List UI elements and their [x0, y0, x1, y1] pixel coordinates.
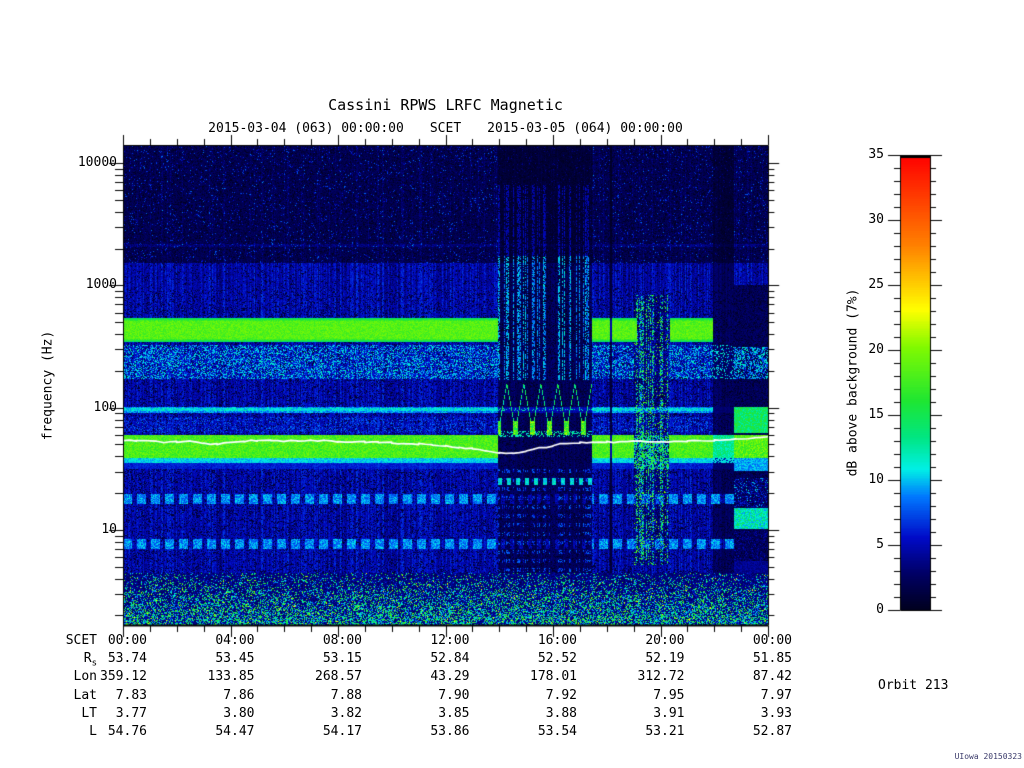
ephemeris-cell: 3.82 [330, 705, 362, 721]
ephemeris-cell: 268.57 [315, 669, 362, 685]
colorbar-tick-label: 0 [876, 602, 884, 617]
scet-start-label: 2015-03-04 (063) 00:00:00 [208, 121, 404, 136]
y-tick-label: 10 [101, 521, 117, 537]
y-tick-label: 1000 [85, 277, 117, 293]
ephemeris-cell: 53.21 [645, 724, 685, 739]
ephemeris-cell: 54.47 [215, 724, 255, 739]
ephemeris-cell: 53.86 [430, 724, 470, 739]
ephemeris-cell: 53.15 [322, 651, 362, 667]
ephemeris-cell: 53.74 [107, 651, 147, 667]
plot-subtitle: 2015-03-04 (063) 00:00:00 SCET 2015-03-0… [123, 121, 768, 136]
ephemeris-cell: 7.86 [223, 687, 255, 703]
colorbar-label: dB above background (7%) [845, 288, 861, 477]
colorbar-tick-label: 20 [868, 342, 884, 357]
ephemeris-cell: 3.88 [545, 705, 577, 721]
ephemeris-cell: 7.90 [438, 687, 470, 703]
ephemeris-cell: 87.42 [752, 669, 792, 685]
ephemeris-cell: 53.54 [537, 724, 577, 739]
ephemeris-cell: 53.45 [215, 651, 255, 667]
ephemeris-cell: 52.52 [537, 651, 577, 667]
ephemeris-cell: 43.29 [430, 669, 470, 685]
ephemeris-cell: 3.93 [760, 705, 792, 721]
colorbar-tick-label: 35 [868, 147, 884, 162]
ephemeris-cell: 08:00 [322, 633, 362, 648]
orbit-label: Orbit 213 [878, 678, 949, 693]
ephemeris-cell: 3.80 [223, 705, 255, 721]
ephemeris-cell: 20:00 [645, 633, 685, 648]
processing-stamp: UIowa 20150323 [954, 752, 1022, 761]
ephemeris-cell: 12:00 [430, 633, 470, 648]
ephemeris-cell: 52.84 [430, 651, 470, 667]
y-tick-label: 10000 [77, 155, 117, 171]
colorbar-tick-label: 25 [868, 277, 884, 292]
ephemeris-cell: 51.85 [752, 651, 792, 667]
ephemeris-cell: 3.77 [115, 705, 147, 721]
ephemeris-cell: 00:00 [107, 633, 147, 648]
ephemeris-cell: 3.85 [438, 705, 470, 721]
ephemeris-cell: 3.91 [653, 705, 685, 721]
ephemeris-cell: 7.83 [115, 687, 147, 703]
colorbar-tick-label: 10 [868, 472, 884, 487]
ephemeris-cell: 54.76 [107, 724, 147, 739]
ephemeris-cell: 16:00 [537, 633, 577, 648]
colorbar-tick-label: 5 [876, 537, 884, 552]
ephemeris-cell: 133.85 [207, 669, 255, 685]
plot-title: Cassini RPWS LRFC Magnetic [328, 96, 563, 114]
ephemeris-cell: 7.88 [330, 687, 362, 703]
ephemeris-cell: 7.95 [653, 687, 685, 703]
scet-end-label: 2015-03-05 (064) 00:00:00 [487, 121, 683, 136]
plot-page: Cassini RPWS LRFC Magnetic 2015-03-04 (0… [0, 0, 1024, 768]
scet-axis-label: SCET [429, 121, 462, 136]
ephemeris-cell: 312.72 [637, 669, 685, 685]
ephemeris-cell: 00:00 [752, 633, 792, 648]
ephemeris-cell: 178.01 [530, 669, 577, 685]
ephemeris-cell: 54.17 [322, 724, 362, 739]
ephemeris-cell: 359.12 [100, 669, 147, 685]
colorbar-tick-label: 30 [868, 212, 884, 227]
ephemeris-cell: 52.19 [645, 651, 685, 667]
ephemeris-cell: 7.92 [545, 687, 577, 703]
ephemeris-cell: 52.87 [752, 724, 792, 739]
ephemeris-cell: 7.97 [760, 687, 792, 703]
colorbar-tick-label: 15 [868, 407, 884, 422]
ephemeris-cell: 04:00 [215, 633, 255, 648]
y-tick-label: 100 [93, 399, 117, 415]
y-axis-label: frequency (Hz) [40, 330, 56, 441]
